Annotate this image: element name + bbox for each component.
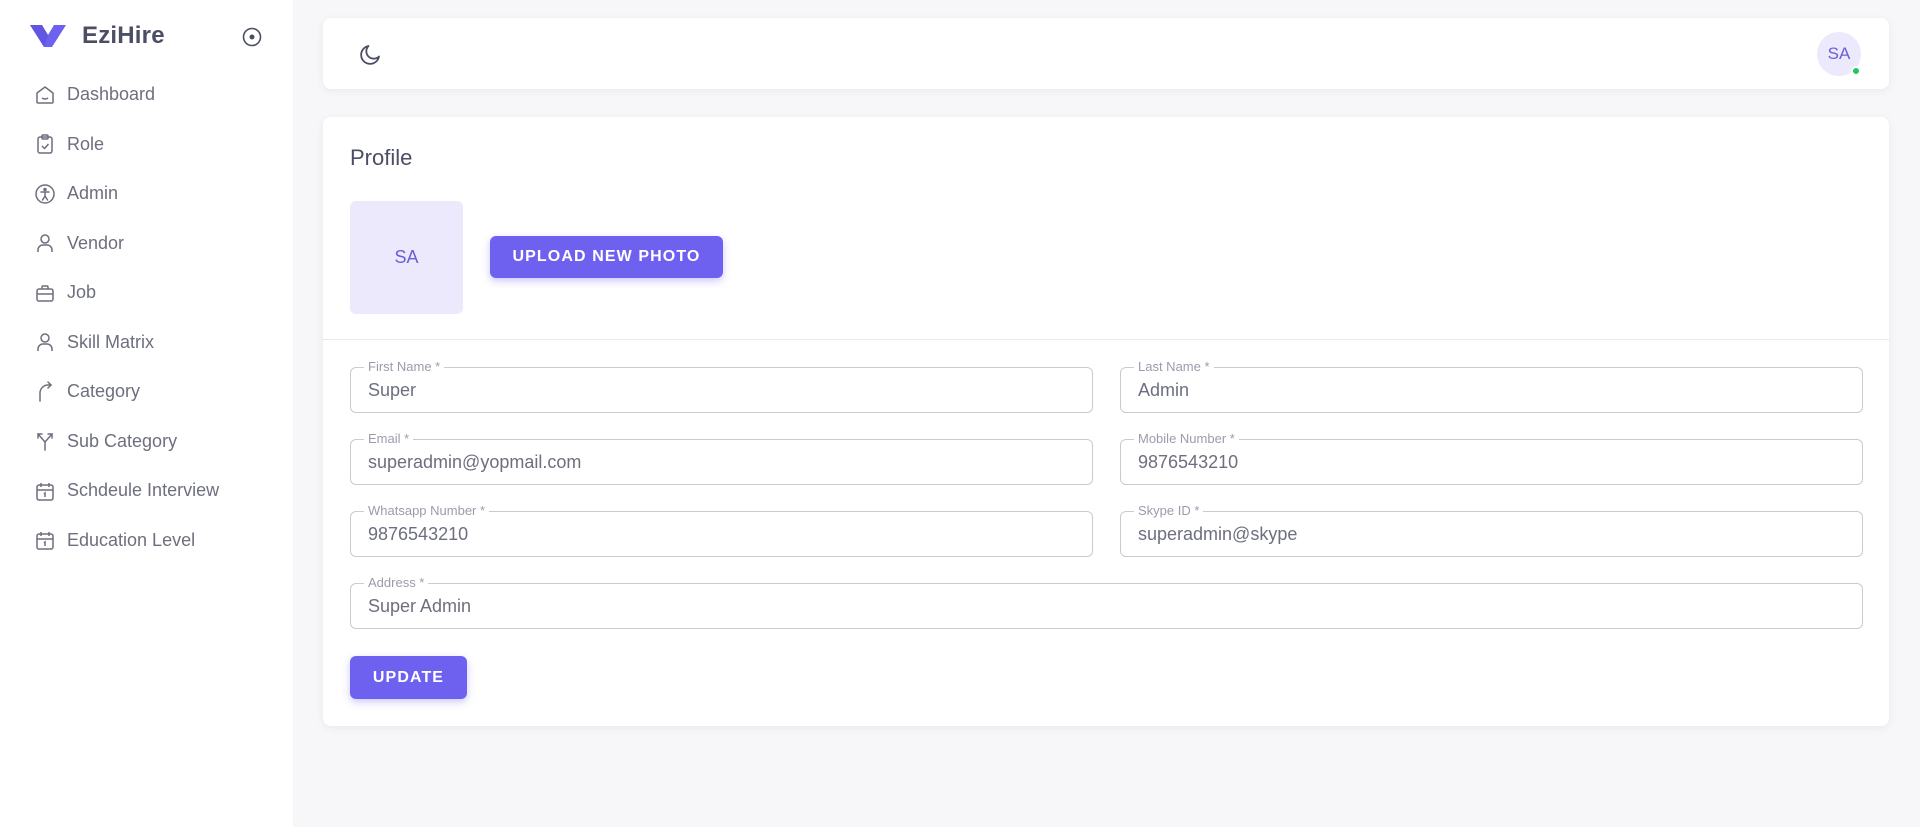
upload-photo-button[interactable]: UPLOAD NEW PHOTO xyxy=(490,236,723,278)
user-icon xyxy=(34,331,56,353)
whatsapp-number-field[interactable]: Whatsapp Number * xyxy=(350,503,1093,557)
sidebar-item-role[interactable]: Role xyxy=(0,120,293,170)
top-bar: SA xyxy=(323,18,1889,89)
update-button[interactable]: UPDATE xyxy=(350,656,467,699)
avatar-initials: SA xyxy=(1827,44,1851,63)
sidebar-item-job[interactable]: Job xyxy=(0,268,293,318)
calendar-icon xyxy=(34,480,56,502)
sidebar-item-sub-category[interactable]: Sub Category xyxy=(0,417,293,467)
address-field[interactable]: Address * xyxy=(350,575,1863,629)
logo-icon xyxy=(30,25,66,47)
sidebar-item-skill-matrix[interactable]: Skill Matrix xyxy=(0,318,293,368)
profile-card: Profile SA UPLOAD NEW PHOTO First Name *… xyxy=(323,117,1889,726)
arrow-up-right-curve-icon xyxy=(34,381,56,403)
mobile-number-input[interactable] xyxy=(1138,440,1849,484)
sidebar-item-admin[interactable]: Admin xyxy=(0,169,293,219)
page-title: Profile xyxy=(350,145,413,170)
sidebar-item-label: Dashboard xyxy=(67,84,156,105)
email-input[interactable] xyxy=(368,440,1079,484)
online-status-dot xyxy=(1851,66,1861,76)
skype-id-field[interactable]: Skype ID * xyxy=(1120,503,1863,557)
moon-icon[interactable] xyxy=(357,40,385,68)
sidebar: EziHire Dashboard Role Admin Vendor Job … xyxy=(0,0,293,827)
briefcase-icon xyxy=(34,282,56,304)
sidebar-toggle-icon[interactable] xyxy=(241,26,263,48)
sidebar-item-label: Schdeule Interview xyxy=(67,480,220,501)
first-name-input[interactable] xyxy=(368,368,1079,412)
calendar-icon xyxy=(34,529,56,551)
divider xyxy=(323,339,1889,340)
first-name-field[interactable]: First Name * xyxy=(350,359,1093,413)
sidebar-item-label: Skill Matrix xyxy=(67,331,155,352)
profile-photo: SA xyxy=(350,201,463,314)
whatsapp-number-input[interactable] xyxy=(368,512,1079,556)
brand[interactable]: EziHire xyxy=(28,20,165,52)
home-icon xyxy=(34,84,56,106)
sidebar-item-label: Job xyxy=(67,282,97,303)
arrow-split-icon xyxy=(34,430,56,452)
user-avatar[interactable]: SA xyxy=(1817,32,1861,76)
sidebar-item-label: Sub Category xyxy=(67,430,178,451)
sidebar-item-education-level[interactable]: Education Level xyxy=(0,516,293,566)
app-name: EziHire xyxy=(82,22,165,49)
sidebar-item-label: Role xyxy=(67,133,105,154)
photo-initials: SA xyxy=(394,247,419,267)
sidebar-item-label: Education Level xyxy=(67,529,196,550)
sidebar-item-label: Vendor xyxy=(67,232,125,253)
sidebar-item-schdeule-interview[interactable]: Schdeule Interview xyxy=(0,466,293,516)
skype-id-input[interactable] xyxy=(1138,512,1849,556)
clipboard-check-icon xyxy=(34,133,56,155)
last-name-input[interactable] xyxy=(1138,368,1849,412)
sidebar-item-label: Category xyxy=(67,381,141,402)
last-name-field[interactable]: Last Name * xyxy=(1120,359,1863,413)
user-icon xyxy=(34,232,56,254)
mobile-number-field[interactable]: Mobile Number * xyxy=(1120,431,1863,485)
sidebar-item-category[interactable]: Category xyxy=(0,367,293,417)
address-input[interactable] xyxy=(368,584,1849,628)
email-field[interactable]: Email * xyxy=(350,431,1093,485)
sidebar-item-vendor[interactable]: Vendor xyxy=(0,219,293,269)
sidebar-item-label: Admin xyxy=(67,183,119,204)
sidebar-nav: Dashboard Role Admin Vendor Job Skill Ma… xyxy=(0,70,293,565)
sidebar-item-dashboard[interactable]: Dashboard xyxy=(0,70,293,120)
accessibility-icon xyxy=(34,183,56,205)
